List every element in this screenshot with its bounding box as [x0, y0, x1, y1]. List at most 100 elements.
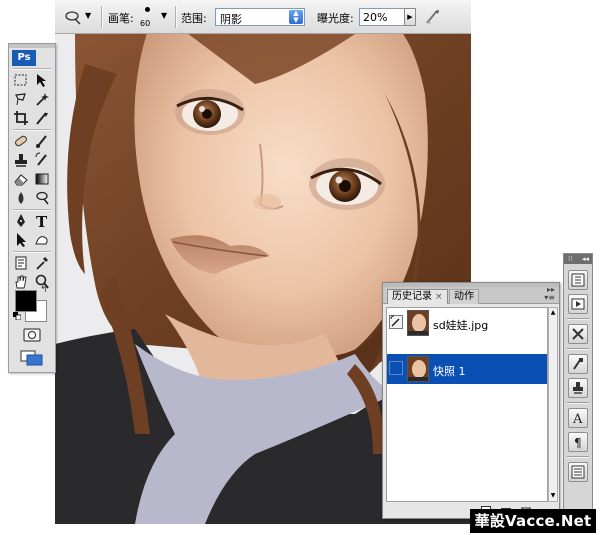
options-bar: ▼ 画笔: 60 ▼ 范围: 阴影 ▲ ▼ 曝光度: 20% ▶	[55, 0, 471, 34]
range-select[interactable]: 阴影 ▲ ▼	[215, 8, 305, 26]
snapshot-thumbnail	[407, 310, 429, 336]
exposure-slider-button[interactable]: ▶	[404, 8, 416, 26]
photoshop-logo[interactable]: Ps	[12, 50, 36, 66]
brush-tip-icon	[145, 7, 150, 12]
history-row-source[interactable]: sd娃娃.jpg	[387, 308, 547, 338]
brush-label: 画笔:	[108, 12, 134, 25]
airbrush-button[interactable]	[423, 7, 443, 27]
exposure-label: 曝光度:	[317, 12, 354, 25]
notes-tool[interactable]	[11, 254, 31, 272]
separator	[13, 68, 51, 70]
snapshot-thumbnail	[407, 356, 429, 382]
toolbox: Ps T ↰	[8, 43, 56, 373]
lasso-tool[interactable]	[11, 90, 31, 108]
type-tool[interactable]: T	[32, 212, 52, 230]
eyedropper-icon	[36, 257, 48, 270]
toolbox-grip[interactable]	[9, 44, 55, 48]
type-icon: T	[36, 213, 48, 229]
dock-header[interactable]: ⁞⁞ ◂◂	[564, 254, 592, 264]
paragraph-panel-button[interactable]: ¶	[568, 432, 588, 452]
note-icon	[15, 256, 27, 270]
scroll-up-icon[interactable]: ▲	[549, 308, 557, 318]
magic-wand-tool[interactable]	[32, 90, 52, 108]
crop-tool[interactable]	[11, 109, 31, 127]
magic-wand-icon	[36, 93, 49, 106]
brushes-icon	[573, 358, 583, 370]
shape-tool[interactable]	[32, 231, 52, 249]
pen-icon	[17, 214, 25, 227]
tab-history[interactable]: 历史记录 ×	[387, 289, 448, 304]
healing-brush-tool[interactable]	[11, 132, 31, 150]
hand-icon	[15, 275, 27, 289]
panel-dock: ⁞⁞ ◂◂ A ¶	[563, 253, 593, 525]
foreground-color-swatch[interactable]	[15, 290, 37, 312]
slice-icon	[36, 112, 48, 125]
brush-tool[interactable]	[32, 132, 52, 150]
watermark-logo: 華設Vacce.Net	[470, 509, 596, 533]
hand-tool[interactable]	[11, 273, 31, 291]
blur-icon	[18, 192, 24, 204]
history-scrollbar[interactable]: ▲ ▼	[548, 307, 558, 502]
marquee-tool[interactable]	[11, 71, 31, 89]
separator	[13, 129, 51, 131]
history-item-name: 快照 1	[433, 365, 466, 378]
screen-mode-icon[interactable]	[20, 350, 44, 366]
tool-presets-button[interactable]	[568, 324, 588, 344]
svg-text:A: A	[572, 412, 583, 425]
bandage-icon	[15, 135, 27, 147]
history-panel: 历史记录 × 动作 ▸▸ ▾≡ sd娃娃.jpg 快照 1 ▲ ▼	[382, 282, 560, 519]
history-panel-button[interactable]	[568, 270, 588, 290]
stamp-icon	[15, 154, 27, 167]
history-brush-source-box[interactable]	[389, 361, 403, 375]
scroll-down-icon[interactable]: ▼	[549, 491, 557, 501]
tool-preset-picker[interactable]: ▼	[61, 6, 95, 28]
pen-tool[interactable]	[11, 212, 31, 230]
tab-history-label: 历史记录	[392, 291, 432, 302]
history-brush-source-icon[interactable]	[389, 315, 403, 329]
exposure-input[interactable]: 20%	[359, 8, 405, 26]
separator	[567, 402, 589, 404]
shape-icon	[35, 236, 48, 245]
blur-tool[interactable]	[11, 189, 31, 207]
character-panel-button[interactable]: A	[568, 408, 588, 428]
range-value: 阴影	[220, 13, 242, 26]
arrow-icon	[17, 233, 26, 247]
airbrush-icon	[426, 10, 439, 24]
panel-menu-icon[interactable]: ▾≡	[544, 293, 555, 302]
clone-source-button[interactable]	[568, 378, 588, 398]
eraser-tool[interactable]	[11, 170, 31, 188]
history-list: sd娃娃.jpg 快照 1	[386, 307, 548, 502]
gradient-tool[interactable]	[32, 170, 52, 188]
dodge-tool[interactable]	[32, 189, 52, 207]
quick-mask-icon[interactable]	[23, 328, 41, 342]
move-tool[interactable]	[32, 71, 52, 89]
chevron-down-icon: ▼	[85, 11, 92, 20]
lasso-icon	[15, 93, 26, 106]
history-item-name: sd娃娃.jpg	[433, 319, 489, 332]
separator	[13, 209, 51, 211]
stamp-icon	[573, 382, 583, 394]
separator	[101, 6, 103, 28]
exposure-value: 20%	[363, 11, 388, 24]
dodge-tool-icon	[65, 11, 81, 25]
crop-icon	[14, 111, 28, 125]
close-icon[interactable]: ×	[435, 292, 443, 302]
gradient-icon	[35, 173, 49, 185]
eyedropper-tool[interactable]	[32, 254, 52, 272]
layer-comps-button[interactable]	[568, 462, 588, 482]
paragraph-icon: ¶	[574, 436, 582, 449]
swap-colors-icon[interactable]: ↰	[40, 285, 48, 295]
slice-tool[interactable]	[32, 109, 52, 127]
actions-panel-button[interactable]	[568, 294, 588, 314]
brushes-panel-button[interactable]	[568, 354, 588, 374]
history-brush-tool[interactable]	[32, 151, 52, 169]
default-colors-icon[interactable]	[13, 312, 21, 320]
history-row-snapshot[interactable]: 快照 1	[387, 354, 547, 384]
clone-stamp-tool[interactable]	[11, 151, 31, 169]
expand-icon[interactable]: ◂◂	[582, 255, 589, 263]
tab-actions[interactable]: 动作	[449, 289, 479, 304]
path-selection-tool[interactable]	[11, 231, 31, 249]
tools-icon	[572, 328, 584, 340]
brush-picker[interactable]: 60 ▼	[137, 3, 173, 31]
chevron-down-icon: ▼	[161, 11, 168, 20]
